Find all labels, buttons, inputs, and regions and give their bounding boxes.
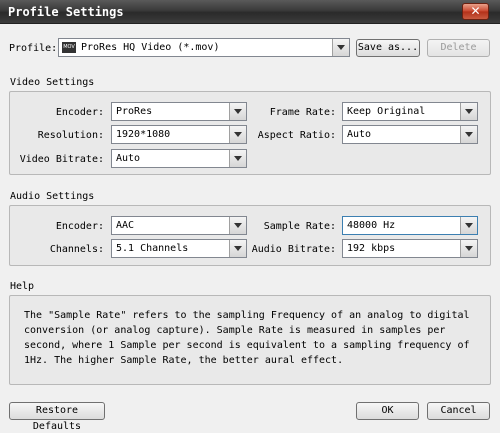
audio-encoder-select[interactable]: AAC bbox=[111, 216, 247, 235]
channels-label: Channels: bbox=[49, 244, 104, 255]
chevron-down-icon bbox=[460, 126, 477, 143]
close-button[interactable]: ✕ bbox=[462, 3, 489, 20]
sample-rate-label: Sample Rate: bbox=[263, 221, 336, 232]
help-title: Help bbox=[10, 281, 35, 292]
chevron-down-icon bbox=[229, 126, 246, 143]
audio-encoder-label: Encoder: bbox=[55, 221, 104, 232]
save-as-button[interactable]: Save as... bbox=[356, 39, 420, 57]
mov-file-icon: MOV bbox=[62, 42, 76, 53]
resolution-select[interactable]: 1920*1080 bbox=[111, 125, 247, 144]
chevron-down-icon bbox=[460, 217, 477, 234]
chevron-down-icon bbox=[229, 103, 246, 120]
ok-button[interactable]: OK bbox=[356, 402, 419, 420]
audio-bitrate-select[interactable]: 192 kbps bbox=[342, 239, 478, 258]
window-title: Profile Settings bbox=[8, 5, 124, 19]
video-bitrate-label: Video Bitrate: bbox=[19, 154, 104, 165]
video-encoder-label: Encoder: bbox=[55, 107, 104, 118]
channels-select[interactable]: 5.1 Channels bbox=[111, 239, 247, 258]
profile-value: ProRes HQ Video (*.mov) bbox=[81, 42, 220, 53]
chevron-down-icon bbox=[460, 103, 477, 120]
close-icon: ✕ bbox=[470, 4, 481, 18]
video-bitrate-select[interactable]: Auto bbox=[111, 149, 247, 168]
frame-rate-select[interactable]: Keep Original bbox=[342, 102, 478, 121]
frame-rate-label: Frame Rate: bbox=[269, 107, 336, 118]
profile-select[interactable]: ProRes HQ Video (*.mov) bbox=[58, 38, 350, 57]
frame-rate-value: Keep Original bbox=[347, 106, 426, 117]
chevron-down-icon bbox=[229, 217, 246, 234]
sample-rate-select[interactable]: 48000 Hz bbox=[342, 216, 478, 235]
cancel-button[interactable]: Cancel bbox=[427, 402, 490, 420]
aspect-ratio-value: Auto bbox=[347, 129, 372, 140]
sample-rate-value: 48000 Hz bbox=[347, 220, 396, 231]
delete-button[interactable]: Delete bbox=[427, 39, 490, 57]
chevron-down-icon bbox=[332, 39, 349, 56]
title-bar: Profile Settings ✕ bbox=[0, 0, 500, 24]
channels-value: 5.1 Channels bbox=[116, 243, 189, 254]
restore-defaults-button[interactable]: Restore Defaults bbox=[9, 402, 105, 432]
chevron-down-icon bbox=[229, 150, 246, 167]
resolution-label: Resolution: bbox=[37, 130, 104, 141]
aspect-ratio-label: Aspect Ratio: bbox=[257, 130, 336, 141]
audio-bitrate-label: Audio Bitrate: bbox=[251, 244, 336, 255]
chevron-down-icon bbox=[229, 240, 246, 257]
audio-encoder-value: AAC bbox=[116, 220, 135, 231]
audio-bitrate-value: 192 kbps bbox=[347, 243, 396, 254]
aspect-ratio-select[interactable]: Auto bbox=[342, 125, 478, 144]
help-text: The "Sample Rate" refers to the sampling… bbox=[24, 310, 470, 366]
audio-settings-title: Audio Settings bbox=[10, 191, 95, 202]
resolution-value: 1920*1080 bbox=[116, 129, 171, 140]
chevron-down-icon bbox=[460, 240, 477, 257]
video-bitrate-value: Auto bbox=[116, 153, 141, 164]
video-encoder-value: ProRes bbox=[116, 106, 153, 117]
video-settings-title: Video Settings bbox=[10, 77, 95, 88]
video-encoder-select[interactable]: ProRes bbox=[111, 102, 247, 121]
profile-label: Profile: bbox=[9, 43, 58, 54]
